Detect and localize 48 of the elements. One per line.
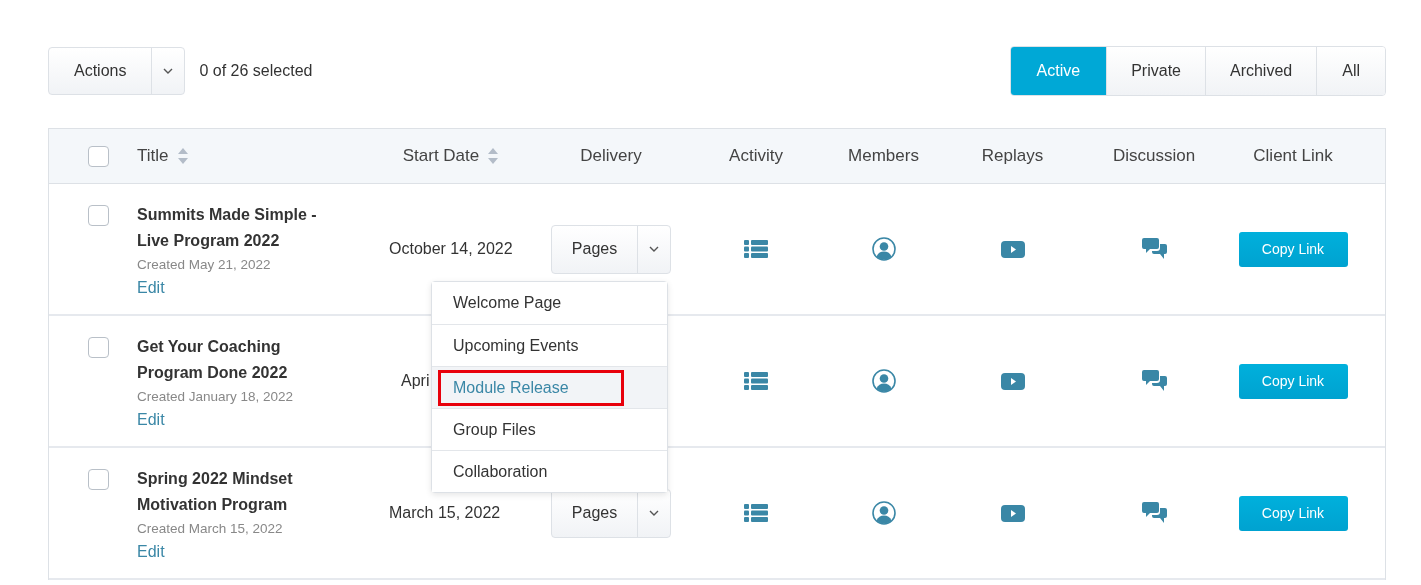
start-date: March 15, 2022 — [388, 504, 501, 522]
user-icon[interactable] — [871, 237, 896, 261]
edit-link[interactable]: Edit — [137, 540, 381, 564]
chat-icon[interactable] — [1141, 237, 1167, 261]
filter-tab[interactable]: All — [1316, 47, 1385, 95]
created-date: Created March 15, 2022 — [137, 520, 284, 538]
video-play-icon[interactable] — [1000, 372, 1025, 390]
menu-item[interactable]: Collaboration — [432, 450, 667, 492]
filter-tab[interactable]: Private — [1106, 47, 1205, 95]
menu-item[interactable]: Upcoming Events — [432, 324, 667, 366]
list-icon[interactable] — [744, 372, 768, 390]
column-label: Start Date — [402, 146, 480, 166]
chat-icon[interactable] — [1141, 501, 1167, 525]
program-title: Spring 2022 Mindset Motivation Program — [137, 469, 294, 515]
caret-icon — [163, 68, 174, 74]
column-label: Client Link — [1253, 146, 1333, 166]
menu-item[interactable]: Module Release — [432, 366, 667, 408]
selection-count: 0 of 26 selected — [199, 62, 313, 80]
column-label: Discussion — [1112, 146, 1196, 166]
video-play-icon[interactable] — [1000, 504, 1025, 522]
menu-item[interactable]: Welcome Page — [432, 282, 667, 324]
created-date: Created January 18, 2022 — [137, 388, 295, 406]
menu-item[interactable]: Group Files — [432, 408, 667, 450]
column-label: Delivery — [580, 146, 642, 166]
chat-icon[interactable] — [1141, 369, 1167, 393]
row-checkbox[interactable] — [87, 337, 109, 358]
caret-icon — [649, 510, 659, 516]
column-label: Replays — [981, 146, 1044, 166]
filter-tab[interactable]: Archived — [1204, 47, 1317, 95]
select-all-checkbox[interactable] — [87, 145, 109, 167]
column-label: Activity — [729, 146, 783, 166]
created-date: Created May 21, 2022 — [137, 256, 272, 274]
row-checkbox[interactable] — [87, 205, 109, 226]
start-date: October 14, 2022 — [388, 240, 513, 258]
program-title: Get Your Coaching Program Done 2022 — [137, 337, 289, 383]
column-label: Title — [137, 146, 169, 166]
caret-icon — [649, 246, 659, 252]
column-label: Members — [848, 146, 919, 166]
program-title: Summits Made Simple - Live Program 2022 — [137, 205, 318, 251]
video-play-icon[interactable] — [1000, 240, 1025, 258]
list-icon[interactable] — [744, 240, 768, 258]
edit-link[interactable]: Edit — [137, 276, 381, 300]
start-date: Apri — [400, 372, 430, 390]
edit-link[interactable]: Edit — [137, 408, 381, 432]
user-icon[interactable] — [871, 501, 896, 525]
user-icon[interactable] — [871, 369, 896, 393]
row-checkbox[interactable] — [87, 469, 109, 490]
list-icon[interactable] — [744, 504, 768, 522]
